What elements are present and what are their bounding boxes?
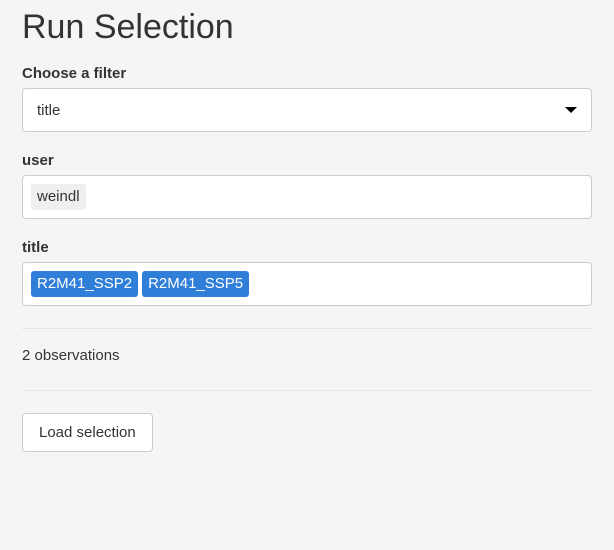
load-selection-button[interactable]: Load selection [22, 413, 153, 452]
filter-select[interactable]: title [22, 88, 592, 132]
divider [22, 390, 592, 391]
chevron-down-icon [565, 107, 577, 113]
user-label: user [22, 152, 592, 169]
title-label: title [22, 239, 592, 256]
page-title: Run Selection [22, 8, 592, 47]
divider [22, 328, 592, 329]
title-tag[interactable]: R2M41_SSP2 [31, 271, 138, 297]
title-group: title R2M41_SSP2 R2M41_SSP5 [22, 239, 592, 306]
user-group: user weindl [22, 152, 592, 219]
title-input[interactable]: R2M41_SSP2 R2M41_SSP5 [22, 262, 592, 306]
title-tag[interactable]: R2M41_SSP5 [142, 271, 249, 297]
user-input[interactable]: weindl [22, 175, 592, 219]
filter-label: Choose a filter [22, 65, 592, 82]
filter-group: Choose a filter title [22, 65, 592, 132]
observation-count: 2 observations [22, 347, 592, 364]
filter-selected-value: title [37, 102, 565, 119]
user-tag[interactable]: weindl [31, 184, 86, 210]
